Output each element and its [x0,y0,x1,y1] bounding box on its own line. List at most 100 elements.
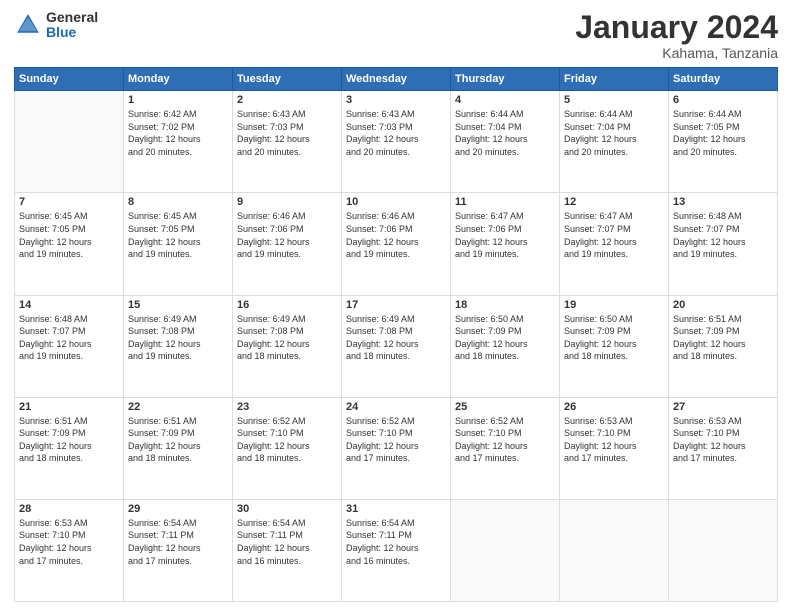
day-info: Sunrise: 6:54 AMSunset: 7:11 PMDaylight:… [237,517,337,567]
day-number: 14 [19,299,119,311]
day-info: Sunrise: 6:46 AMSunset: 7:06 PMDaylight:… [237,210,337,260]
day-number: 21 [19,401,119,413]
calendar-cell: 19 Sunrise: 6:50 AMSunset: 7:09 PMDayligh… [560,295,669,397]
day-number: 23 [237,401,337,413]
day-info: Sunrise: 6:51 AMSunset: 7:09 PMDaylight:… [19,415,119,465]
day-info: Sunrise: 6:49 AMSunset: 7:08 PMDaylight:… [128,313,228,363]
calendar-cell: 4 Sunrise: 6:44 AMSunset: 7:04 PMDaylight… [451,91,560,193]
calendar-cell: 18 Sunrise: 6:50 AMSunset: 7:09 PMDayligh… [451,295,560,397]
weekday-header-friday: Friday [560,68,669,91]
calendar-cell: 20 Sunrise: 6:51 AMSunset: 7:09 PMDayligh… [669,295,778,397]
day-number: 4 [455,94,555,106]
day-number: 6 [673,94,773,106]
month-title: January 2024 [575,10,778,45]
day-info: Sunrise: 6:51 AMSunset: 7:09 PMDaylight:… [128,415,228,465]
calendar-cell: 1 Sunrise: 6:42 AMSunset: 7:02 PMDaylight… [124,91,233,193]
day-info: Sunrise: 6:45 AMSunset: 7:05 PMDaylight:… [19,210,119,260]
day-number: 28 [19,503,119,515]
day-info: Sunrise: 6:46 AMSunset: 7:06 PMDaylight:… [346,210,446,260]
calendar-cell: 26 Sunrise: 6:53 AMSunset: 7:10 PMDayligh… [560,397,669,499]
day-info: Sunrise: 6:47 AMSunset: 7:07 PMDaylight:… [564,210,664,260]
week-row-2: 7Sunrise: 6:45 AMSunset: 7:05 PMDaylight… [15,193,778,295]
day-number: 25 [455,401,555,413]
day-info: Sunrise: 6:42 AMSunset: 7:02 PMDaylight:… [128,108,228,158]
day-info: Sunrise: 6:43 AMSunset: 7:03 PMDaylight:… [237,108,337,158]
calendar-cell: 21 Sunrise: 6:51 AMSunset: 7:09 PMDayligh… [15,397,124,499]
calendar-cell [560,499,669,601]
weekday-header-saturday: Saturday [669,68,778,91]
day-info: Sunrise: 6:52 AMSunset: 7:10 PMDaylight:… [455,415,555,465]
day-number: 16 [237,299,337,311]
calendar-cell: 29 Sunrise: 6:54 AMSunset: 7:11 PMDayligh… [124,499,233,601]
calendar-cell: 16 Sunrise: 6:49 AMSunset: 7:08 PMDayligh… [233,295,342,397]
day-info: Sunrise: 6:44 AMSunset: 7:05 PMDaylight:… [673,108,773,158]
calendar-cell: 14 Sunrise: 6:48 AMSunset: 7:07 PMDayligh… [15,295,124,397]
day-number: 1 [128,94,228,106]
day-info: Sunrise: 6:44 AMSunset: 7:04 PMDaylight:… [455,108,555,158]
calendar-cell: 23Sunrise: 6:52 AMSunset: 7:10 PMDayligh… [233,397,342,499]
day-info: Sunrise: 6:49 AMSunset: 7:08 PMDaylight:… [237,313,337,363]
week-row-4: 21 Sunrise: 6:51 AMSunset: 7:09 PMDayligh… [15,397,778,499]
calendar-cell: 22Sunrise: 6:51 AMSunset: 7:09 PMDayligh… [124,397,233,499]
day-info: Sunrise: 6:51 AMSunset: 7:09 PMDaylight:… [673,313,773,363]
day-number: 29 [128,503,228,515]
calendar-cell: 3Sunrise: 6:43 AMSunset: 7:03 PMDaylight… [342,91,451,193]
day-info: Sunrise: 6:53 AMSunset: 7:10 PMDaylight:… [19,517,119,567]
calendar-cell: 25 Sunrise: 6:52 AMSunset: 7:10 PMDayligh… [451,397,560,499]
calendar-cell: 13 Sunrise: 6:48 AMSunset: 7:07 PMDayligh… [669,193,778,295]
calendar-cell: 8Sunrise: 6:45 AMSunset: 7:05 PMDaylight… [124,193,233,295]
day-number: 20 [673,299,773,311]
week-row-1: 1 Sunrise: 6:42 AMSunset: 7:02 PMDaylight… [15,91,778,193]
calendar-cell: 5Sunrise: 6:44 AMSunset: 7:04 PMDaylight… [560,91,669,193]
week-row-5: 28 Sunrise: 6:53 AMSunset: 7:10 PMDayligh… [15,499,778,601]
day-info: Sunrise: 6:50 AMSunset: 7:09 PMDaylight:… [455,313,555,363]
day-info: Sunrise: 6:47 AMSunset: 7:06 PMDaylight:… [455,210,555,260]
weekday-header-monday: Monday [124,68,233,91]
calendar-cell: 28 Sunrise: 6:53 AMSunset: 7:10 PMDayligh… [15,499,124,601]
day-number: 31 [346,503,446,515]
calendar-cell: 7Sunrise: 6:45 AMSunset: 7:05 PMDaylight… [15,193,124,295]
location: Kahama, Tanzania [575,45,778,61]
calendar-cell: 11 Sunrise: 6:47 AMSunset: 7:06 PMDayligh… [451,193,560,295]
day-number: 26 [564,401,664,413]
weekday-header-sunday: Sunday [15,68,124,91]
day-info: Sunrise: 6:54 AMSunset: 7:11 PMDaylight:… [128,517,228,567]
day-number: 24 [346,401,446,413]
title-area: January 2024 Kahama, Tanzania [575,10,778,61]
calendar-cell: 27Sunrise: 6:53 AMSunset: 7:10 PMDayligh… [669,397,778,499]
calendar-cell: 6 Sunrise: 6:44 AMSunset: 7:05 PMDaylight… [669,91,778,193]
day-info: Sunrise: 6:53 AMSunset: 7:10 PMDaylight:… [564,415,664,465]
day-number: 3 [346,94,446,106]
calendar-cell: 17Sunrise: 6:49 AMSunset: 7:08 PMDayligh… [342,295,451,397]
day-info: Sunrise: 6:50 AMSunset: 7:09 PMDaylight:… [564,313,664,363]
day-number: 11 [455,196,555,208]
logo: General Blue [14,10,98,41]
day-number: 13 [673,196,773,208]
calendar-cell: 2Sunrise: 6:43 AMSunset: 7:03 PMDaylight… [233,91,342,193]
weekday-header-thursday: Thursday [451,68,560,91]
day-number: 18 [455,299,555,311]
day-info: Sunrise: 6:54 AMSunset: 7:11 PMDaylight:… [346,517,446,567]
calendar-cell: 10Sunrise: 6:46 AMSunset: 7:06 PMDayligh… [342,193,451,295]
header: General Blue January 2024 Kahama, Tanzan… [14,10,778,61]
weekday-header-wednesday: Wednesday [342,68,451,91]
logo-text: General Blue [46,10,98,41]
day-info: Sunrise: 6:48 AMSunset: 7:07 PMDaylight:… [673,210,773,260]
calendar-cell: 24 Sunrise: 6:52 AMSunset: 7:10 PMDayligh… [342,397,451,499]
calendar-cell: 30Sunrise: 6:54 AMSunset: 7:11 PMDayligh… [233,499,342,601]
page: General Blue January 2024 Kahama, Tanzan… [0,0,792,612]
day-number: 17 [346,299,446,311]
day-number: 5 [564,94,664,106]
day-info: Sunrise: 6:52 AMSunset: 7:10 PMDaylight:… [346,415,446,465]
calendar-cell: 12 Sunrise: 6:47 AMSunset: 7:07 PMDayligh… [560,193,669,295]
calendar-cell: 15Sunrise: 6:49 AMSunset: 7:08 PMDayligh… [124,295,233,397]
calendar-cell [451,499,560,601]
day-info: Sunrise: 6:48 AMSunset: 7:07 PMDaylight:… [19,313,119,363]
weekday-header-row: SundayMondayTuesdayWednesdayThursdayFrid… [15,68,778,91]
day-number: 19 [564,299,664,311]
day-info: Sunrise: 6:45 AMSunset: 7:05 PMDaylight:… [128,210,228,260]
day-number: 12 [564,196,664,208]
calendar-cell [15,91,124,193]
logo-general-text: General [46,10,98,25]
calendar-table: SundayMondayTuesdayWednesdayThursdayFrid… [14,67,778,602]
